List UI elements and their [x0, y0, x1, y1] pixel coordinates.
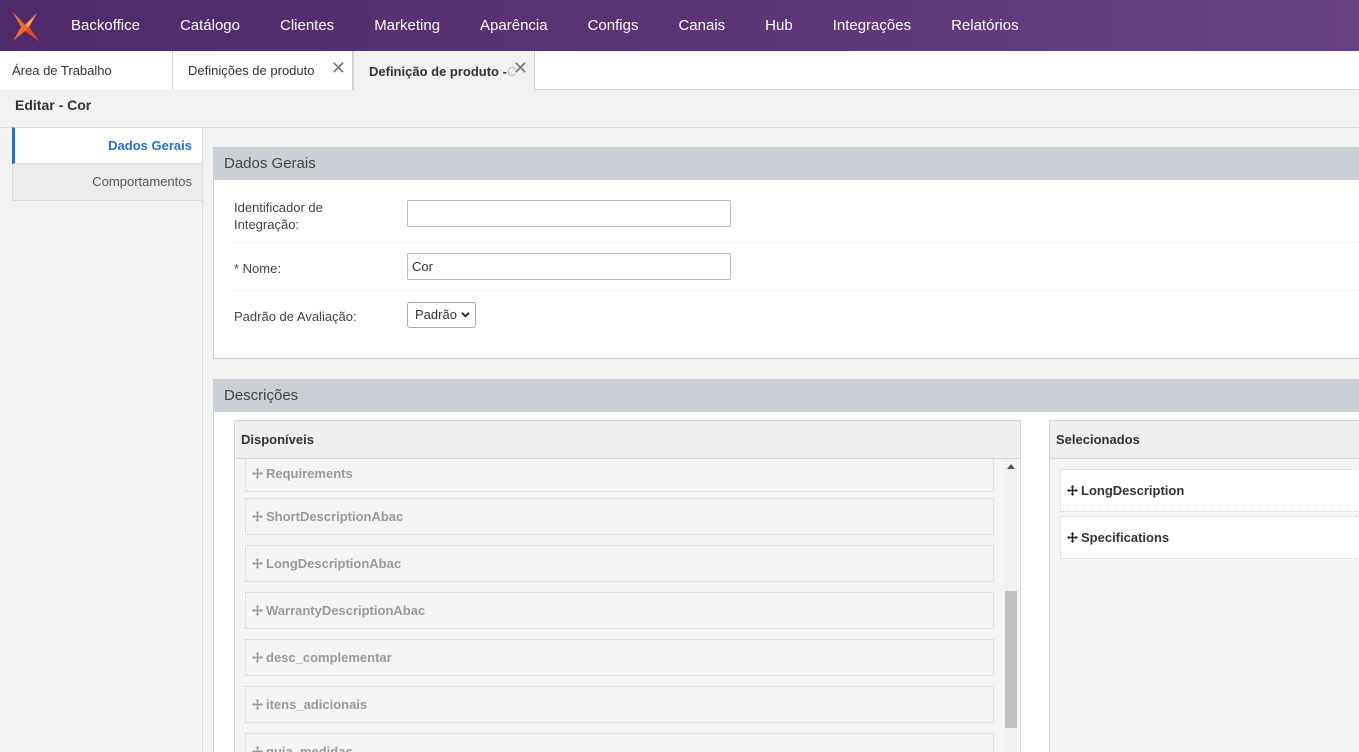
main-menu: Backoffice Catálogo Clientes Marketing A…: [50, 0, 1039, 51]
page-title: Editar - Cor: [15, 97, 92, 113]
move-icon: [252, 558, 263, 569]
nav-marketing[interactable]: Marketing: [354, 0, 460, 51]
list-item[interactable]: LongDescription: [1060, 469, 1359, 512]
rating-pattern-select[interactable]: Padrão: [407, 302, 476, 328]
list-item[interactable]: desc_complementar: [245, 639, 994, 676]
list-item-label: LongDescriptionAbac: [266, 556, 402, 571]
brand-logo-icon[interactable]: [0, 0, 50, 51]
move-icon: [252, 605, 263, 616]
nav-configs[interactable]: Configs: [568, 0, 659, 51]
list-item[interactable]: WarrantyDescriptionAbac: [245, 592, 994, 629]
tab-label: Definição de produto -: [369, 63, 507, 79]
list-item[interactable]: ShortDescriptionAbac: [245, 498, 994, 535]
name-row: * Nome: Cor: [234, 243, 1359, 291]
list-item-label: ShortDescriptionAbac: [266, 509, 404, 524]
tab-definicao-de-produto[interactable]: Definição de produto - C ✕: [353, 51, 535, 91]
side-item-comportamentos[interactable]: Comportamentos: [12, 164, 203, 201]
nav-backoffice[interactable]: Backoffice: [50, 0, 160, 51]
available-list-scrollbar[interactable]: [1004, 459, 1018, 752]
close-icon[interactable]: ✕: [513, 59, 528, 77]
top-navbar: Backoffice Catálogo Clientes Marketing A…: [0, 0, 1359, 51]
nav-relatorios[interactable]: Relatórios: [931, 0, 1039, 51]
tab-definicoes-de-produto[interactable]: Definições de produto ✕: [173, 51, 353, 90]
list-item-label: Specifications: [1081, 530, 1170, 545]
move-icon: [252, 699, 263, 710]
divider: [0, 127, 1359, 128]
integration-row: Identificador de Integração:: [234, 180, 1359, 243]
available-list-title: Disponíveis: [235, 421, 1020, 459]
tab-area-de-trabalho[interactable]: Área de Trabalho: [0, 51, 173, 90]
side-menu: Dados Gerais Comportamentos: [12, 127, 203, 201]
move-icon: [1067, 532, 1078, 543]
panel-title: Dados Gerais: [214, 148, 1359, 180]
list-item-label: guia_medidas: [266, 744, 353, 752]
scroll-up-icon[interactable]: [1007, 464, 1015, 469]
list-item-label: LongDescription: [1081, 483, 1185, 498]
available-list-body: Requirements ShortDescriptionAbac LongDe…: [235, 459, 1020, 752]
nav-canais[interactable]: Canais: [658, 0, 745, 51]
tab-label: Definições de produto: [188, 63, 315, 78]
list-item[interactable]: Requirements: [245, 459, 994, 492]
name-label: * Nome:: [234, 261, 281, 276]
list-item[interactable]: Specifications: [1060, 516, 1359, 559]
list-item[interactable]: itens_adicionais: [245, 686, 994, 723]
nav-aparencia[interactable]: Aparência: [460, 0, 568, 51]
available-list: Disponíveis Requirements ShortDescriptio…: [234, 420, 1021, 752]
nav-clientes[interactable]: Clientes: [260, 0, 354, 51]
list-item[interactable]: LongDescriptionAbac: [245, 545, 994, 582]
nav-integracoes[interactable]: Integrações: [813, 0, 931, 51]
nav-hub[interactable]: Hub: [745, 0, 813, 51]
rating-pattern-value: Padrão: [415, 307, 457, 322]
rating-row: Padrão de Avaliação: Padrão: [234, 291, 1359, 351]
move-icon: [252, 511, 263, 522]
integration-id-input[interactable]: [407, 200, 731, 227]
tab-label: Área de Trabalho: [12, 63, 112, 78]
side-item-dados-gerais[interactable]: Dados Gerais: [12, 127, 203, 164]
move-icon: [252, 746, 263, 752]
selected-list-title: Selecionados: [1050, 421, 1359, 459]
move-icon: [1067, 485, 1078, 496]
list-item-label: Requirements: [266, 466, 353, 481]
move-icon: [252, 468, 263, 479]
general-data-panel: Dados Gerais Identificador de Integração…: [213, 147, 1359, 359]
close-icon[interactable]: ✕: [331, 59, 346, 77]
list-item-label: itens_adicionais: [266, 697, 368, 712]
list-item[interactable]: guia_medidas: [245, 733, 994, 752]
selected-list-body: LongDescription Specifications: [1050, 459, 1359, 752]
list-item-label: desc_complementar: [266, 650, 392, 665]
list-item-label: WarrantyDescriptionAbac: [266, 603, 426, 618]
integration-label: Identificador de Integração:: [234, 200, 323, 232]
rating-label: Padrão de Avaliação:: [234, 309, 357, 324]
tab-bar: Área de Trabalho Definições de produto ✕…: [0, 51, 1359, 91]
divider: [202, 127, 203, 752]
nav-catalogo[interactable]: Catálogo: [160, 0, 260, 51]
panel-title: Descrições: [214, 380, 1359, 412]
selected-list: Selecionados LongDescription Specificati…: [1049, 420, 1359, 752]
name-input[interactable]: Cor: [407, 253, 731, 280]
scrollbar-thumb[interactable]: [1005, 591, 1017, 728]
chevron-down-icon: [461, 312, 470, 318]
move-icon: [252, 652, 263, 663]
